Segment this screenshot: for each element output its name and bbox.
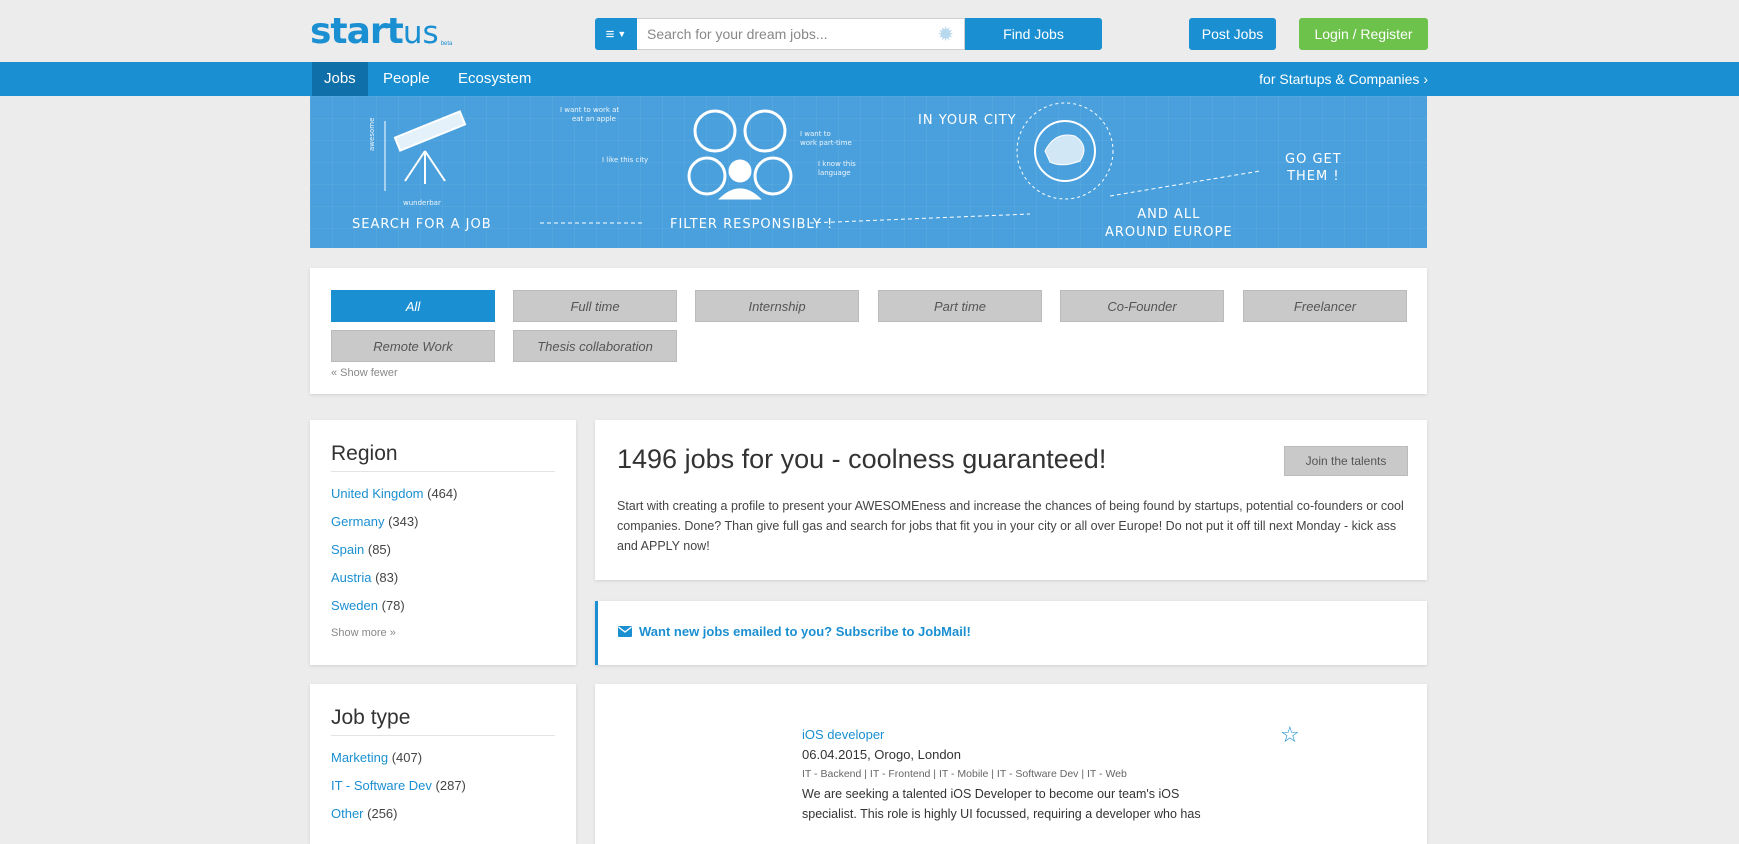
jobs-intro-card: 1496 jobs for you - coolness guaranteed!… <box>595 420 1427 580</box>
banner-note: I like this city <box>602 156 649 164</box>
filter-tag-freelancer[interactable]: Freelancer <box>1243 290 1407 322</box>
europe-globe-icon <box>1016 102 1114 200</box>
job-listing-card: iOS developer 06.04.2015, Orogo, London … <box>595 684 1427 844</box>
job-type-item[interactable]: IT - Software Dev (287) <box>331 778 466 793</box>
banner-europe-line2: AROUND EUROPE <box>1105 225 1233 240</box>
region-filter-card: Region United Kingdom (464) Germany (343… <box>310 420 576 665</box>
filter-tag-co-founder[interactable]: Co-Founder <box>1060 290 1224 322</box>
banner-note: I know this <box>818 160 856 168</box>
hero-banner: awesome wunderbar I want to work at eat … <box>310 96 1427 248</box>
banner-europe-line1: AND ALL <box>1137 207 1201 222</box>
region-item[interactable]: Sweden (78) <box>331 598 405 613</box>
job-type-filter-card: Job type Marketing (407) IT - Software D… <box>310 684 576 844</box>
banner-search-text: SEARCH FOR A JOB <box>352 217 492 232</box>
nav-item-ecosystem[interactable]: Ecosystem <box>458 62 531 96</box>
dashed-connector <box>1109 170 1261 197</box>
nav-item-jobs[interactable]: Jobs <box>312 62 368 96</box>
banner-goget-line2: THEM ! <box>1287 169 1340 184</box>
show-fewer-link[interactable]: « Show fewer <box>331 367 398 379</box>
filter-tag-remote-work[interactable]: Remote Work <box>331 330 495 362</box>
job-type-item[interactable]: Marketing (407) <box>331 750 422 765</box>
logo-bold-text: start <box>310 11 404 52</box>
job-type-count: (256) <box>367 806 398 821</box>
caret-down-icon: ▼ <box>617 29 627 39</box>
region-count: (464) <box>427 486 458 501</box>
job-type-count: (407) <box>391 750 423 765</box>
banner-goget-text: GO GET THEM ! <box>1285 151 1342 185</box>
nav-item-people[interactable]: People <box>383 62 430 96</box>
jobs-count-heading: 1496 jobs for you - coolness guaranteed! <box>617 444 1107 474</box>
jobmail-card: Want new jobs emailed to you? Subscribe … <box>595 601 1427 665</box>
job-meta: 06.04.2015, Orogo, London <box>802 747 962 762</box>
job-type-item[interactable]: Other (256) <box>331 806 398 821</box>
region-item[interactable]: Austria (83) <box>331 570 398 585</box>
search-input[interactable]: Search for your dream jobs... ✹ <box>637 18 965 50</box>
intro-paragraph: Start with creating a profile to present… <box>617 499 1404 553</box>
banner-goget-line1: GO GET <box>1285 152 1342 167</box>
region-name: Sweden <box>331 598 378 613</box>
jobmail-subscribe-link[interactable]: Want new jobs emailed to you? Subscribe … <box>618 624 971 639</box>
post-jobs-button[interactable]: Post Jobs <box>1189 18 1276 50</box>
banner-city-text: IN YOUR CITY <box>918 113 1017 128</box>
region-title: Region <box>331 442 398 465</box>
banner-note: awesome <box>368 117 376 151</box>
dashed-connector <box>809 213 1031 224</box>
top-header: start us beta ≡ ▼ Search for your dream job… <box>0 0 1739 62</box>
filter-circles-icon <box>687 109 793 200</box>
region-count: (85) <box>367 542 391 557</box>
region-count: (83) <box>375 570 399 585</box>
join-talents-button[interactable]: Join the talents <box>1284 446 1408 476</box>
divider <box>331 735 555 736</box>
banner-note: eat an apple <box>572 115 616 123</box>
region-item[interactable]: United Kingdom (464) <box>331 486 457 501</box>
region-count: (78) <box>381 598 405 613</box>
job-type-name: Marketing <box>331 750 389 765</box>
banner-filter-text: FILTER RESPONSIBLY ! <box>670 217 834 232</box>
banner-note: I want to work at <box>560 106 620 114</box>
menu-icon: ≡ <box>605 25 615 43</box>
login-register-button[interactable]: Login / Register <box>1299 18 1428 50</box>
region-item[interactable]: Spain (85) <box>331 542 391 557</box>
filter-tag-all[interactable]: All <box>331 290 495 322</box>
job-search-bar: ≡ ▼ Search for your dream jobs... ✹ Find … <box>595 18 1102 50</box>
banner-note: language <box>818 169 851 177</box>
banner-europe-text: AND ALL AROUND EUROPE <box>1105 206 1233 242</box>
telescope-icon <box>384 110 467 191</box>
region-name: United Kingdom <box>331 486 424 501</box>
find-jobs-button[interactable]: Find Jobs <box>965 18 1102 50</box>
logo-thin-text: us <box>402 15 439 51</box>
job-tags: IT - Backend | IT - Frontend | IT - Mobi… <box>802 768 1127 780</box>
jobmail-label: Want new jobs emailed to you? Subscribe … <box>639 624 971 639</box>
region-item[interactable]: Germany (343) <box>331 514 418 529</box>
banner-note: work part-time <box>800 139 852 147</box>
region-name: Germany <box>331 514 385 529</box>
startus-logo[interactable]: start us beta <box>310 11 453 52</box>
job-type-title: Job type <box>331 706 411 729</box>
filter-tag-thesis-collaboration[interactable]: Thesis collaboration <box>513 330 677 362</box>
banner-note: wunderbar <box>403 199 441 207</box>
job-type-name: Other <box>331 806 364 821</box>
job-type-name: IT - Software Dev <box>331 778 432 793</box>
for-startups-link[interactable]: for Startups & Companies › <box>1259 62 1428 96</box>
region-count: (343) <box>388 514 419 529</box>
region-name: Spain <box>331 542 365 557</box>
filter-tag-internship[interactable]: Internship <box>695 290 859 322</box>
filter-tag-full-time[interactable]: Full time <box>513 290 677 322</box>
divider <box>331 471 555 472</box>
job-description: We are seeking a talented iOS Developer … <box>802 787 1201 821</box>
main-navbar: Jobs People Ecosystem for Startups & Com… <box>0 62 1739 96</box>
logo-beta-text: beta <box>440 41 453 47</box>
banner-note: I want to <box>800 130 831 138</box>
search-category-menu-button[interactable]: ≡ ▼ <box>595 18 637 50</box>
job-title-link[interactable]: iOS developer <box>802 727 884 742</box>
filter-tag-part-time[interactable]: Part time <box>878 290 1042 322</box>
star-icon[interactable]: ☆ <box>1280 722 1300 748</box>
region-name: Austria <box>331 570 372 585</box>
job-filter-panel: All Full time Internship Part time Co-Fo… <box>310 268 1427 394</box>
envelope-icon <box>618 626 632 637</box>
location-gear-icon[interactable]: ✹ <box>937 22 954 47</box>
job-type-count: (287) <box>435 778 466 793</box>
region-show-more-link[interactable]: Show more » <box>331 627 396 639</box>
search-placeholder: Search for your dream jobs... <box>647 26 828 42</box>
